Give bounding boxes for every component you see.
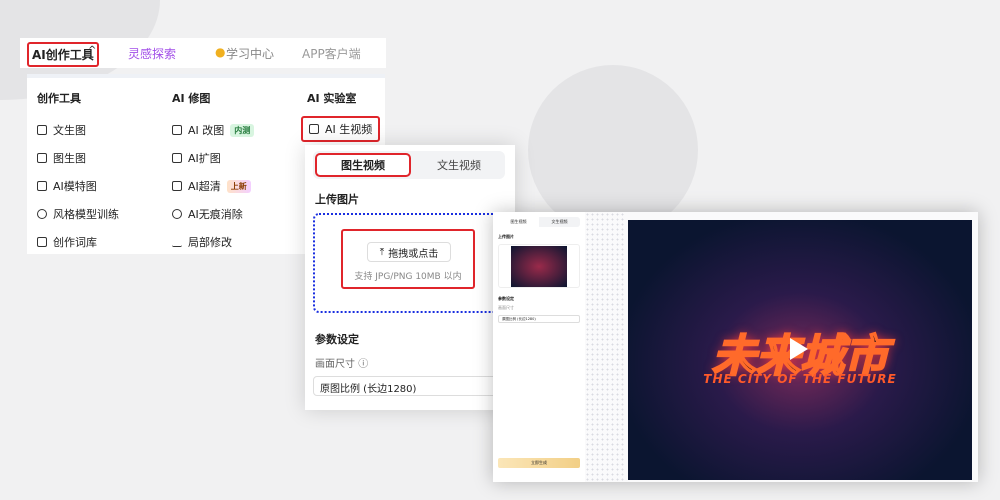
book-icon bbox=[37, 237, 47, 247]
size-select[interactable]: 原图比例 (长边1280) bbox=[313, 376, 507, 396]
mini-thumbnail bbox=[511, 246, 567, 287]
item-label: 创作词库 bbox=[53, 236, 97, 249]
mini-tabs: 图生视频 文生视频 bbox=[498, 217, 580, 227]
brush-icon bbox=[172, 237, 182, 247]
upload-highlight: ⤒ 拖拽或点击 支持 JPG/PNG 10MB 以内 bbox=[341, 229, 475, 289]
mini-tab[interactable]: 图生视频 bbox=[498, 217, 539, 227]
badge-new: 上新 bbox=[226, 179, 251, 193]
upload-label: 上传图片 bbox=[315, 193, 359, 206]
menu-item-ai-video[interactable]: AI 生视频 bbox=[301, 116, 381, 142]
item-label: AI扩图 bbox=[188, 152, 221, 165]
size-label-text: 画面尺寸 bbox=[315, 359, 355, 370]
expand-icon bbox=[172, 153, 182, 163]
mini-generate-button[interactable]: 立即生成 bbox=[498, 458, 580, 468]
nav-inspiration[interactable]: 灵感探索 bbox=[128, 45, 176, 62]
menu-item[interactable]: AI扩图 bbox=[172, 144, 254, 172]
size-label: 画面尺寸 ⓘ bbox=[315, 355, 368, 370]
bg-circle bbox=[528, 65, 698, 235]
chevron-up-icon: ^ bbox=[88, 45, 97, 56]
item-label: 风格模型训练 bbox=[53, 208, 119, 221]
item-label: 图生图 bbox=[53, 152, 86, 165]
nav-app[interactable]: APP客户端 bbox=[302, 45, 361, 62]
item-label: 文生图 bbox=[53, 124, 86, 137]
play-icon[interactable] bbox=[790, 338, 808, 360]
hd-icon bbox=[172, 181, 182, 191]
column-title: AI 实验室 bbox=[307, 92, 357, 105]
mini-panel: 图生视频 文生视频 上传图片 参数设定 画面尺寸 原图比例 (长边1280) 立… bbox=[493, 212, 585, 482]
menu-item[interactable]: 创作词库 bbox=[37, 228, 119, 256]
video-preview[interactable]: 未来城市 THE CITY OF THE FUTURE bbox=[628, 220, 972, 480]
item-label: AI 生视频 bbox=[325, 123, 373, 136]
eraser-icon bbox=[172, 209, 182, 219]
menu-item[interactable]: AI无痕消除 bbox=[172, 200, 254, 228]
tab-text-to-video[interactable]: 文生视频 bbox=[413, 151, 505, 179]
image-icon bbox=[37, 125, 47, 135]
image-icon bbox=[37, 153, 47, 163]
mini-params-label: 参数设定 bbox=[498, 296, 514, 301]
video-panel: 图生视频 文生视频 上传图片 ⤒ 拖拽或点击 支持 JPG/PNG 10MB 以内… bbox=[305, 145, 515, 410]
preview-window: 图生视频 文生视频 上传图片 参数设定 画面尺寸 原图比例 (长边1280) 立… bbox=[493, 212, 978, 482]
tab-image-to-video[interactable]: 图生视频 bbox=[315, 153, 411, 177]
upload-button[interactable]: ⤒ 拖拽或点击 bbox=[367, 242, 451, 262]
column-title: 创作工具 bbox=[37, 92, 81, 105]
video-icon bbox=[309, 124, 319, 134]
menu-item[interactable]: 风格模型训练 bbox=[37, 200, 119, 228]
palette-icon bbox=[37, 209, 47, 219]
canvas-dots bbox=[585, 212, 625, 482]
menu-item[interactable]: AI超清 上新 bbox=[172, 172, 254, 200]
nav-learning[interactable]: 学习中心 bbox=[226, 45, 274, 62]
mode-tabs: 图生视频 文生视频 bbox=[313, 151, 505, 179]
item-label: AI超清 bbox=[188, 180, 221, 193]
item-label: AI无痕消除 bbox=[188, 208, 243, 221]
item-label: AI 改图 bbox=[188, 124, 225, 137]
menu-item[interactable]: 局部修改 bbox=[172, 228, 254, 256]
column-title: AI 修图 bbox=[172, 92, 211, 105]
help-icon: ⓘ bbox=[358, 359, 369, 370]
menu-item[interactable]: AI模特图 bbox=[37, 172, 119, 200]
menu-item[interactable]: 图生图 bbox=[37, 144, 119, 172]
edit-image-icon bbox=[172, 125, 182, 135]
menu-item[interactable]: AI 改图 内测 bbox=[172, 116, 255, 144]
mini-size-select[interactable]: 原图比例 (长边1280) bbox=[498, 315, 580, 323]
bulb-icon: ● bbox=[215, 45, 226, 59]
params-label: 参数设定 bbox=[315, 333, 359, 346]
upload-dropzone[interactable]: ⤒ 拖拽或点击 支持 JPG/PNG 10MB 以内 bbox=[313, 213, 509, 313]
item-label: AI模特图 bbox=[53, 180, 97, 193]
top-nav: AI创作工具 ^ 灵感探索 ● 学习中心 APP客户端 bbox=[20, 38, 386, 68]
upload-icon: ⤒ bbox=[379, 246, 385, 258]
upload-hint: 支持 JPG/PNG 10MB 以内 bbox=[354, 272, 462, 282]
mini-upload-label: 上传图片 bbox=[498, 234, 514, 239]
video-subtitle: THE CITY OF THE FUTURE bbox=[703, 372, 897, 386]
item-label: 局部修改 bbox=[188, 236, 232, 249]
mini-tab[interactable]: 文生视频 bbox=[539, 217, 580, 227]
badge-internal: 内测 bbox=[230, 123, 255, 137]
menu-item[interactable]: 文生图 bbox=[37, 116, 119, 144]
upload-button-label: 拖拽或点击 bbox=[388, 248, 439, 260]
mini-upload-area bbox=[498, 244, 580, 288]
mini-size-label: 画面尺寸 bbox=[498, 305, 514, 310]
model-icon bbox=[37, 181, 47, 191]
